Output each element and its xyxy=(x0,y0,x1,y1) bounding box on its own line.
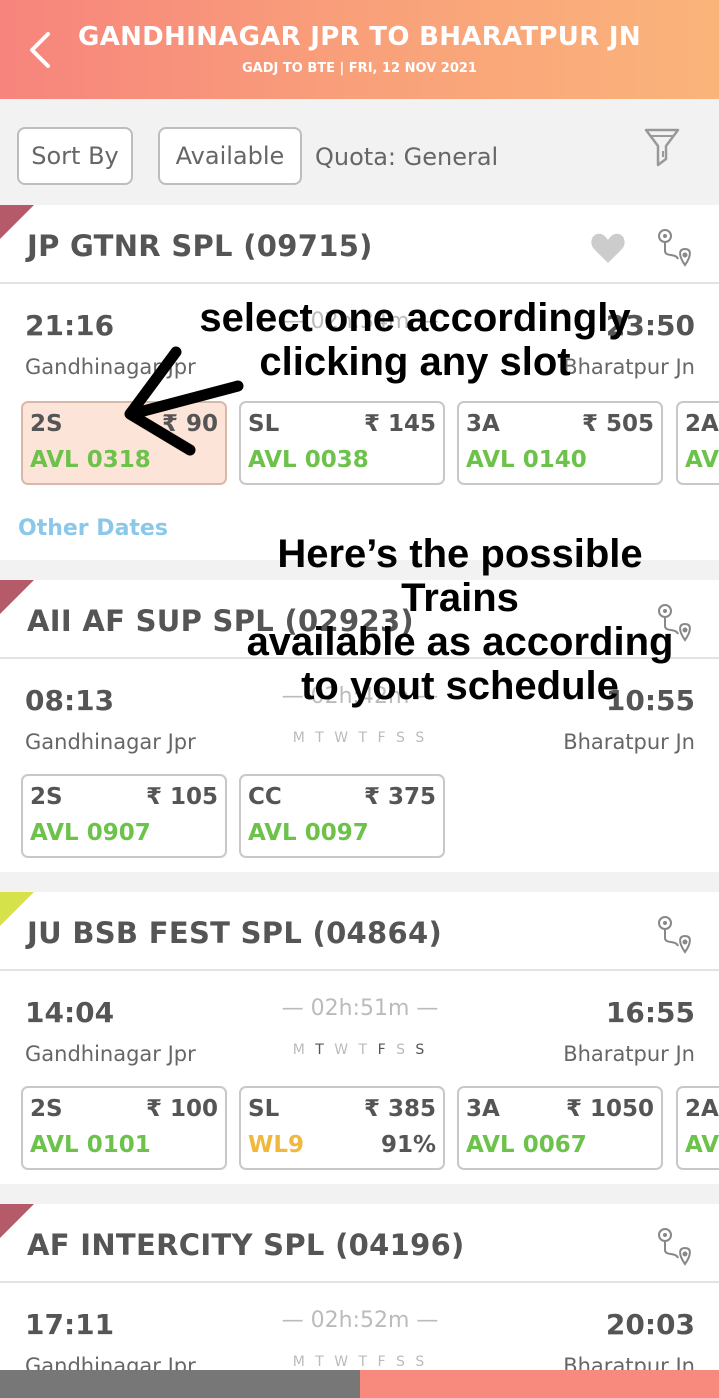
from-station: Gandhinagar Jpr xyxy=(25,1042,196,1066)
sort-by-button[interactable]: Sort By xyxy=(17,127,133,185)
fare: ₹ 385 xyxy=(363,1096,436,1122)
class-slot-2a[interactable]: 2A AV xyxy=(676,401,719,485)
availability: AVL 0140 xyxy=(466,447,587,473)
class-slot-2a[interactable]: 2A AV xyxy=(676,1086,719,1170)
from-station: Gandhinagar Jpr xyxy=(25,730,196,754)
departure-time: 17:11 xyxy=(25,1308,115,1341)
trains-annotation-line: available as according xyxy=(246,620,674,664)
class-code: 2A xyxy=(685,1096,719,1122)
trains-annotation-line: to yout schedule xyxy=(301,664,619,708)
availability: AVL 0067 xyxy=(466,1132,587,1158)
availability: WL9 xyxy=(248,1132,305,1158)
route-map-icon[interactable] xyxy=(654,1226,696,1268)
running-days: M T W T F S S xyxy=(292,1042,428,1058)
to-station: Bharatpur Jn xyxy=(563,1042,695,1066)
running-days: M T W T F S S xyxy=(292,1354,428,1370)
class-code: 2S xyxy=(30,411,63,437)
class-slot-2s[interactable]: 2S ₹ 105 AVL 0907 xyxy=(21,774,227,858)
filter-bar: Sort By Available Quota: General xyxy=(0,99,719,205)
class-slot-2s[interactable]: 2S ₹ 100 AVL 0101 xyxy=(21,1086,227,1170)
trains-annotation-line: Trains xyxy=(401,576,519,620)
fare: ₹ 100 xyxy=(145,1096,218,1122)
available-filter-button[interactable]: Available xyxy=(158,127,302,185)
arrival-time: 20:03 xyxy=(605,1308,695,1341)
quota-selector[interactable]: Quota: General xyxy=(315,143,498,171)
divider xyxy=(0,969,719,971)
journey-duration: — 02h:51m — xyxy=(281,996,439,1021)
route-map-icon[interactable] xyxy=(654,227,696,269)
class-code: SL xyxy=(248,1096,280,1122)
trains-annotation: Here’s the possible Trains available as … xyxy=(220,532,700,708)
class-slot-sl[interactable]: SL ₹ 385 WL9 91% xyxy=(239,1086,445,1170)
bottom-bar-right[interactable] xyxy=(360,1370,719,1398)
divider xyxy=(0,1281,719,1283)
route-title: GANDHINAGAR JPR TO BHARATPUR JN xyxy=(78,22,641,52)
class-slot-3a[interactable]: 3A ₹ 505 AVL 0140 xyxy=(457,401,663,485)
to-station: Bharatpur Jn xyxy=(563,730,695,754)
availability: AVL 0097 xyxy=(248,820,369,846)
availability: AVL 0038 xyxy=(248,447,369,473)
availability: AV xyxy=(685,1132,719,1158)
availability: AVL 0907 xyxy=(30,820,151,846)
train-card[interactable]: JU BSB FEST SPL (04864) 14:04 — 02h:51m … xyxy=(0,892,719,1184)
availability: AVL 0101 xyxy=(30,1132,151,1158)
departure-time: 14:04 xyxy=(25,996,115,1029)
availability: AV xyxy=(685,447,719,473)
departure-time: 21:16 xyxy=(25,309,115,342)
class-code: 3A xyxy=(466,411,500,437)
arrival-time: 16:55 xyxy=(605,996,695,1029)
fare: ₹ 505 xyxy=(581,411,654,437)
confirm-probability: 91% xyxy=(380,1132,436,1158)
quota-label: Quota: xyxy=(315,143,396,171)
fare: ₹ 105 xyxy=(145,784,218,810)
class-slot-sl[interactable]: SL ₹ 145 AVL 0038 xyxy=(239,401,445,485)
departure-time: 08:13 xyxy=(25,684,115,717)
train-card[interactable]: AF INTERCITY SPL (04196) 17:11 — 02h:52m… xyxy=(0,1204,719,1398)
class-code: SL xyxy=(248,411,280,437)
quota-value: General xyxy=(403,143,499,171)
filter-funnel-icon[interactable] xyxy=(643,127,681,169)
journey-duration: — 02h:52m — xyxy=(281,1308,439,1333)
class-code: 2A xyxy=(685,411,719,437)
train-name: JU BSB FEST SPL (04864) xyxy=(27,916,443,950)
class-slot-3a[interactable]: 3A ₹ 1050 AVL 0067 xyxy=(457,1086,663,1170)
route-map-icon[interactable] xyxy=(654,914,696,956)
class-code: 2S xyxy=(30,1096,63,1122)
pointer-arrow-icon xyxy=(124,346,244,456)
running-days: M T W T F S S xyxy=(292,730,428,746)
fare: ₹ 145 xyxy=(363,411,436,437)
class-code: 2S xyxy=(30,784,63,810)
other-dates-link[interactable]: Other Dates xyxy=(18,516,168,541)
heart-icon[interactable] xyxy=(590,231,626,265)
class-code: CC xyxy=(248,784,282,810)
train-name: JP GTNR SPL (09715) xyxy=(27,229,373,263)
train-name: AF INTERCITY SPL (04196) xyxy=(27,1228,465,1262)
route-subtitle: GADJ TO BTE | FRI, 12 NOV 2021 xyxy=(242,61,477,76)
fare: ₹ 375 xyxy=(363,784,436,810)
app-header: GANDHINAGAR JPR TO BHARATPUR JN GADJ TO … xyxy=(0,0,719,99)
trains-annotation-line: Here’s the possible xyxy=(277,532,643,576)
bottom-bar-left[interactable] xyxy=(0,1370,360,1398)
divider xyxy=(0,282,719,284)
class-code: 3A xyxy=(466,1096,500,1122)
fare: ₹ 1050 xyxy=(565,1096,654,1122)
class-slot-cc[interactable]: CC ₹ 375 AVL 0097 xyxy=(239,774,445,858)
